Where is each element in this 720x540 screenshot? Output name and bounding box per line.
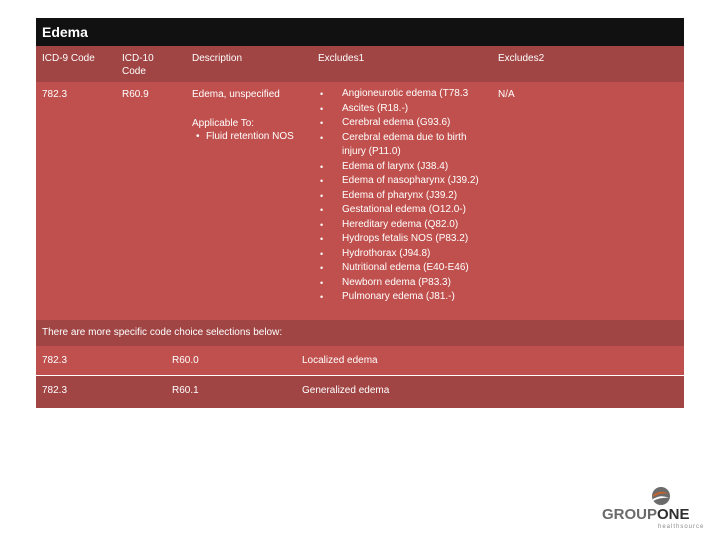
bullet-icon: • <box>196 131 200 142</box>
cell-icd9: 782.3 <box>42 89 68 100</box>
header-excludes1: Excludes1 <box>318 53 365 64</box>
list-item: • Pulmonary edema (J81.-) <box>318 290 488 305</box>
description-text: Edema, unspecified <box>192 89 280 100</box>
cell-description: Generalized edema <box>302 385 390 396</box>
cell-description: Edema, unspecified Applicable To: • Fluid… <box>192 88 312 143</box>
bullet-icon: • <box>320 219 324 230</box>
cell-icd9: 782.3 <box>42 385 68 396</box>
list-item: • Hereditary edema (Q82.0) <box>318 218 488 233</box>
page-title: Edema <box>36 18 684 46</box>
list-item: • Hydrops fetalis NOS (P83.2) <box>318 232 488 247</box>
table-row: 782.3 R60.9 Edema, unspecified Applicabl… <box>36 82 684 320</box>
cell-icd10: R60.9 <box>122 89 149 100</box>
bullet-icon: • <box>320 132 324 143</box>
list-item: • Edema of larynx (J38.4) <box>318 160 488 175</box>
bullet-icon: • <box>320 248 324 259</box>
company-logo: GROUPONE healthsource <box>600 486 718 536</box>
applicable-list: • Fluid retention NOS <box>192 130 312 143</box>
bullet-icon: • <box>320 118 324 128</box>
bullet-icon: • <box>320 190 324 201</box>
header-description: Description <box>192 53 243 64</box>
bullet-icon: • <box>320 161 324 172</box>
cell-icd10: R60.1 <box>172 385 199 396</box>
logo-tagline: healthsource <box>658 524 705 530</box>
table-row: 782.3 R60.0 Localized edema <box>36 346 684 375</box>
bullet-icon: • <box>320 205 324 215</box>
cell-icd9: 782.3 <box>42 355 68 366</box>
list-item: • Edema of nasopharynx (J39.2) <box>318 174 488 189</box>
note-text: There are more specific code choice sele… <box>42 327 283 338</box>
table-header-row: ICD-9 Code ICD-10 Code Description Exclu… <box>36 46 684 82</box>
bullet-icon: • <box>320 103 324 114</box>
list-item: • Gestational edema (O12.0-) <box>318 203 488 218</box>
note-row: There are more specific code choice sele… <box>36 320 684 346</box>
bullet-icon: • <box>320 89 324 99</box>
list-item: • Ascites (R18.-) <box>318 102 488 117</box>
list-item: • Newborn edema (P83.3) <box>318 276 488 291</box>
list-item: • Cerebral edema (G93.6) <box>318 116 488 131</box>
bullet-icon: • <box>320 234 324 244</box>
list-item: • Fluid retention NOS <box>196 131 294 142</box>
bullet-icon: • <box>320 277 324 288</box>
table-row: 782.3 R60.1 Generalized edema <box>36 376 684 408</box>
cell-icd10: R60.0 <box>172 355 199 366</box>
list-item: • Cerebral edema due to birth injury (P11… <box>320 131 467 158</box>
header-icd10: ICD-10 Code <box>122 53 154 77</box>
cell-excludes1: • Angioneurotic edema (T78.3 • Ascites (R1… <box>318 87 488 305</box>
logo-mark-icon <box>652 487 670 505</box>
list-item: • Edema of pharynx (J39.2) <box>318 189 488 204</box>
list-item: • Angioneurotic edema (T78.3 <box>318 87 488 102</box>
excludes1-list: • Angioneurotic edema (T78.3 • Ascites (R1… <box>318 87 488 305</box>
logo-wordmark: GROUPONE <box>602 506 690 523</box>
list-item: • Hydrothorax (J94.8) <box>318 247 488 262</box>
cell-excludes2: N/A <box>498 89 515 100</box>
header-excludes2: Excludes2 <box>498 53 545 64</box>
bullet-icon: • <box>320 263 324 273</box>
list-item: • Nutritional edema (E40-E46) <box>318 261 488 276</box>
applicable-label: Applicable To: <box>192 118 255 129</box>
bullet-icon: • <box>320 292 324 302</box>
cell-description: Localized edema <box>302 355 378 366</box>
bullet-icon: • <box>320 176 324 186</box>
header-icd9: ICD-9 Code <box>42 53 95 64</box>
